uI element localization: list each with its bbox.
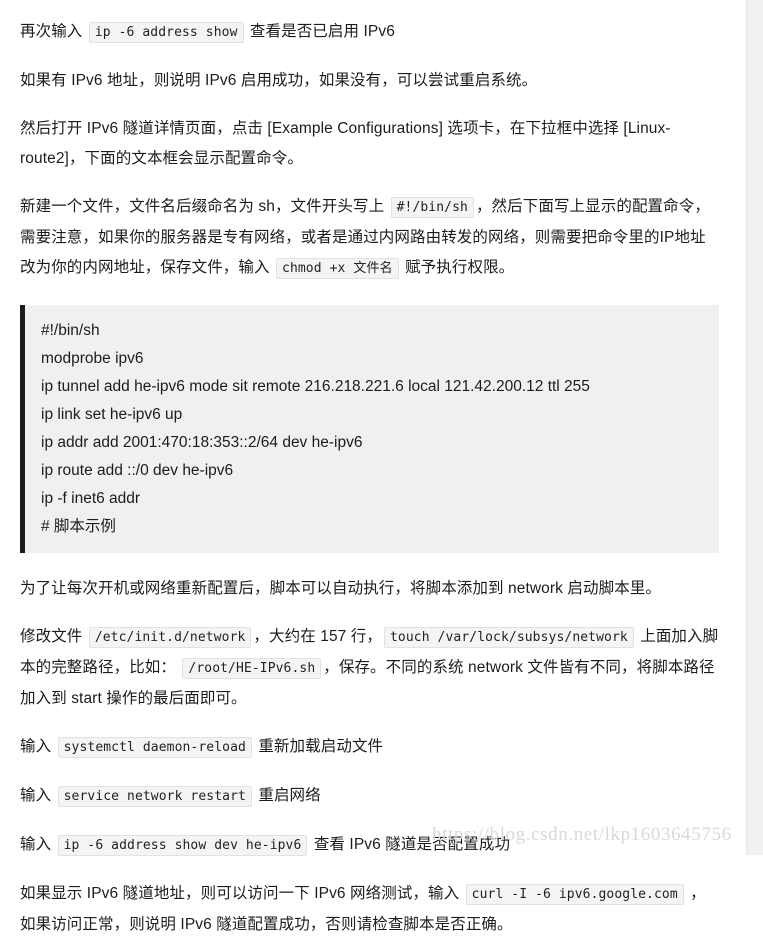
paragraph-verify-ipv6: 再次输入 ip -6 address show 查看是否已启用 IPv6	[20, 8, 719, 57]
code-line: ip link set he-ipv6 up	[41, 406, 183, 423]
paragraph-text: 重启网络	[253, 787, 321, 804]
code-line: ip route add ::/0 dev he-ipv6	[41, 462, 234, 479]
code-line: #!/bin/sh	[41, 322, 100, 339]
inline-code: service network restart	[57, 786, 252, 807]
paragraph-text: 然后打开 IPv6 隧道详情页面，点击 [Example Configurati…	[20, 120, 671, 167]
code-line: ip -f inet6 addr	[41, 490, 141, 507]
inline-code: ip -6 address show dev he-ipv6	[57, 835, 308, 856]
scrollbar-track[interactable]	[746, 0, 763, 855]
paragraph-edit-network-file: 修改文件 /etc/init.d/network ，大约在 157 行， touch…	[20, 613, 719, 723]
code-block: #!/bin/sh modprobe ipv6 ip tunnel add he-i…	[20, 305, 719, 553]
inline-code: /etc/init.d/network	[88, 627, 252, 648]
inline-code: #!/bin/sh	[390, 197, 474, 218]
paragraph-text: 查看是否已启用 IPv6	[245, 23, 395, 40]
inline-code: /root/HE-IPv6.sh	[182, 658, 322, 679]
inline-code: systemctl daemon-reload	[57, 737, 252, 758]
paragraph-text: 新建一个文件，文件名后缀命名为 sh，文件开头写上	[20, 198, 389, 215]
paragraph-text: 查看 IPv6 隧道是否配置成功	[309, 836, 511, 853]
paragraph-text: 如果显示 IPv6 隧道地址，则可以访问一下 IPv6 网络测试，输入	[20, 885, 464, 902]
paragraph-text: 为了让每次开机或网络重新配置后，脚本可以自动执行，将脚本添加到 network …	[20, 580, 661, 597]
code-line: modprobe ipv6	[41, 350, 144, 367]
paragraph-text: 如果有 IPv6 地址，则说明 IPv6 启用成功，如果没有，可以尝试重启系统。	[20, 72, 538, 89]
paragraph-text: 输入	[20, 738, 56, 755]
paragraph-network-restart: 输入 service network restart 重启网络	[20, 772, 719, 821]
inline-code: curl -I -6 ipv6.google.com	[465, 884, 684, 905]
paragraph-curl-test: 如果显示 IPv6 隧道地址，则可以访问一下 IPv6 网络测试，输入 curl…	[20, 870, 719, 949]
paragraph-text: 赋予执行权限。	[400, 259, 515, 276]
paragraph-ipv6-result: 如果有 IPv6 地址，则说明 IPv6 启用成功，如果没有，可以尝试重启系统。	[20, 57, 719, 105]
paragraph-daemon-reload: 输入 systemctl daemon-reload 重新加载启动文件	[20, 723, 719, 772]
inline-code: ip -6 address show	[88, 22, 244, 43]
code-line: # 脚本示例	[41, 518, 116, 535]
article-body: 再次输入 ip -6 address show 查看是否已启用 IPv6 如果有…	[0, 0, 747, 949]
paragraph-create-script-file: 新建一个文件，文件名后缀命名为 sh，文件开头写上 #!/bin/sh ，然后下面…	[20, 183, 719, 293]
paragraph-text: 再次输入	[20, 23, 87, 40]
paragraph-text: 输入	[20, 787, 56, 804]
code-line: ip addr add 2001:470:18:353::2/64 dev he…	[41, 434, 363, 451]
paragraph-text: 修改文件	[20, 628, 87, 645]
code-line: ip tunnel add he-ipv6 mode sit remote 21…	[41, 378, 590, 395]
paragraph-text: 重新加载启动文件	[253, 738, 384, 755]
paragraph-example-configurations: 然后打开 IPv6 隧道详情页面，点击 [Example Configurati…	[20, 105, 719, 183]
paragraph-autostart-note: 为了让每次开机或网络重新配置后，脚本可以自动执行，将脚本添加到 network …	[20, 565, 719, 613]
paragraph-text: 输入	[20, 836, 56, 853]
paragraph-show-tunnel: 输入 ip -6 address show dev he-ipv6 查看 IPv…	[20, 821, 719, 870]
inline-code: chmod +x 文件名	[276, 258, 399, 279]
inline-code: touch /var/lock/subsys/network	[384, 627, 634, 648]
paragraph-text: ，大约在 157 行，	[253, 628, 382, 645]
